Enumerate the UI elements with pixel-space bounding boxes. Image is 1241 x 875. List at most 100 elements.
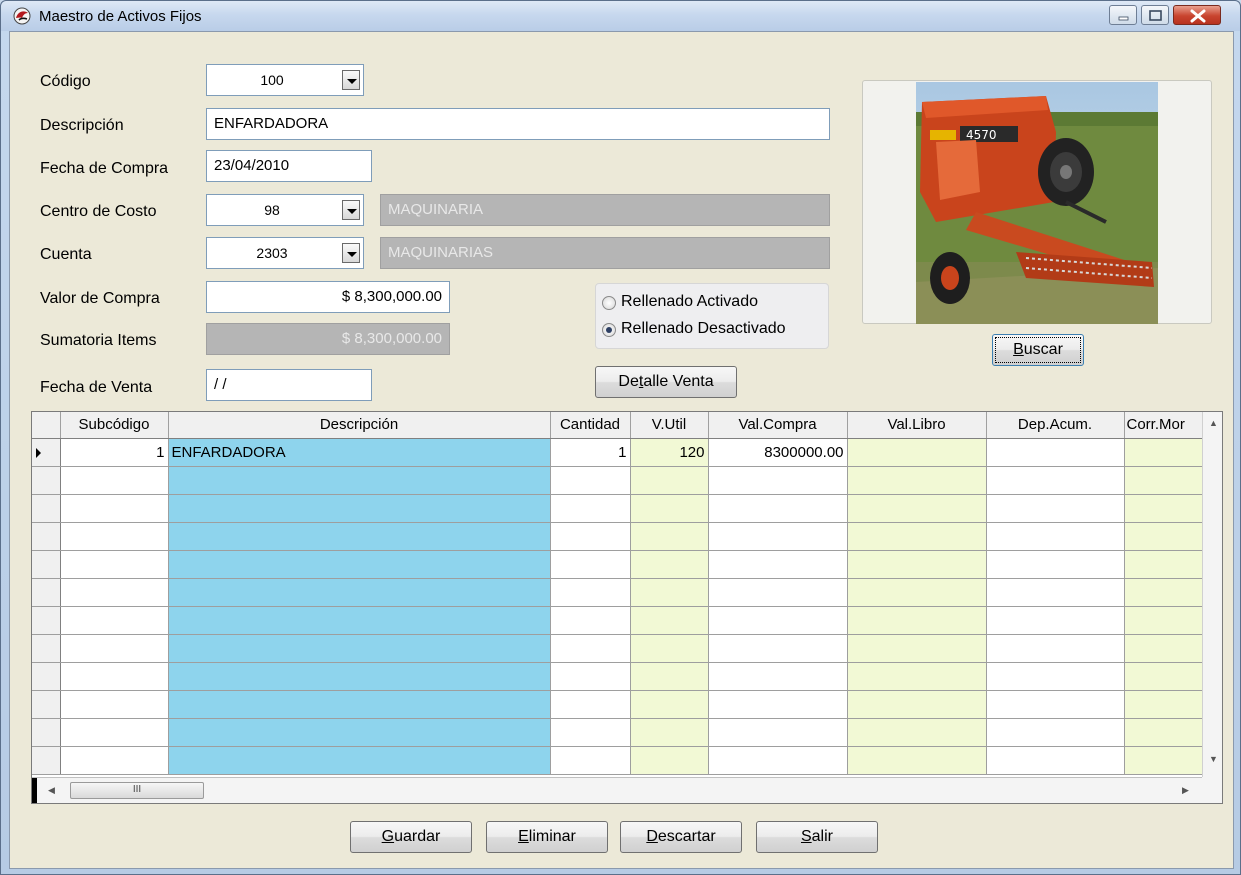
- row-indicator[interactable]: [32, 494, 61, 523]
- cell-depacum[interactable]: [986, 634, 1125, 663]
- cell-valcompra[interactable]: [708, 690, 848, 719]
- table-row[interactable]: [32, 606, 1205, 635]
- cell-subcodigo[interactable]: [60, 606, 169, 635]
- cell-vutil[interactable]: [630, 578, 709, 607]
- rellenado-activado-radio[interactable]: [602, 296, 616, 310]
- descripcion-field[interactable]: ENFARDADORA: [206, 108, 830, 140]
- cell-descripcion[interactable]: [168, 550, 551, 579]
- table-row[interactable]: 1 ENFARDADORA 1 120 8300000.00: [32, 438, 1205, 467]
- cell-vutil[interactable]: [630, 690, 709, 719]
- cell-cantidad[interactable]: [550, 634, 631, 663]
- cell-vallibro[interactable]: [847, 634, 987, 663]
- cell-corrmon[interactable]: [1124, 718, 1205, 747]
- cell-cantidad[interactable]: [550, 718, 631, 747]
- cell-vallibro[interactable]: [847, 746, 987, 775]
- table-row[interactable]: [32, 522, 1205, 551]
- row-indicator[interactable]: [32, 578, 61, 607]
- cell-depacum[interactable]: [986, 606, 1125, 635]
- table-row[interactable]: [32, 494, 1205, 523]
- valor-compra-field[interactable]: $ 8,300,000.00: [206, 281, 450, 313]
- cell-corrmon[interactable]: [1124, 606, 1205, 635]
- row-indicator[interactable]: [32, 550, 61, 579]
- cell-subcodigo[interactable]: [60, 690, 169, 719]
- buscar-button[interactable]: Buscar: [992, 334, 1084, 366]
- cell-corrmon[interactable]: [1124, 466, 1205, 495]
- close-button[interactable]: [1173, 5, 1221, 25]
- cell-corrmon[interactable]: [1124, 578, 1205, 607]
- cell-valcompra[interactable]: [708, 550, 848, 579]
- cell-vallibro[interactable]: [847, 550, 987, 579]
- col-header-vallibro[interactable]: Val.Libro: [847, 412, 987, 439]
- col-header-descripcion[interactable]: Descripción: [168, 412, 551, 439]
- table-row[interactable]: [32, 746, 1205, 775]
- cell-subcodigo[interactable]: [60, 746, 169, 775]
- cell-vallibro[interactable]: [847, 606, 987, 635]
- cell-vutil[interactable]: [630, 466, 709, 495]
- cell-descripcion[interactable]: [168, 690, 551, 719]
- cell-descripcion[interactable]: [168, 718, 551, 747]
- cell-depacum[interactable]: [986, 438, 1125, 467]
- cell-valcompra[interactable]: [708, 606, 848, 635]
- cell-vutil[interactable]: [630, 522, 709, 551]
- cell-vallibro[interactable]: [847, 438, 987, 467]
- row-indicator[interactable]: [32, 466, 61, 495]
- cell-depacum[interactable]: [986, 690, 1125, 719]
- cell-vallibro[interactable]: [847, 690, 987, 719]
- table-row[interactable]: [32, 662, 1205, 691]
- table-row[interactable]: [32, 690, 1205, 719]
- cell-vutil[interactable]: 120: [630, 438, 709, 467]
- cell-subcodigo[interactable]: [60, 634, 169, 663]
- cuenta-combo[interactable]: 2303: [206, 237, 364, 269]
- cell-valcompra[interactable]: [708, 746, 848, 775]
- col-header-corrmon[interactable]: Corr.Mor: [1124, 412, 1205, 439]
- cell-depacum[interactable]: [986, 746, 1125, 775]
- row-indicator[interactable]: [32, 718, 61, 747]
- cell-valcompra[interactable]: [708, 466, 848, 495]
- cell-subcodigo[interactable]: [60, 578, 169, 607]
- cell-subcodigo[interactable]: [60, 550, 169, 579]
- cell-depacum[interactable]: [986, 550, 1125, 579]
- maximize-button[interactable]: [1141, 5, 1169, 25]
- cell-descripcion[interactable]: [168, 746, 551, 775]
- cell-cantidad[interactable]: [550, 746, 631, 775]
- cell-corrmon[interactable]: [1124, 634, 1205, 663]
- cell-valcompra[interactable]: [708, 662, 848, 691]
- cell-depacum[interactable]: [986, 466, 1125, 495]
- row-indicator[interactable]: [32, 690, 61, 719]
- cell-descripcion[interactable]: [168, 494, 551, 523]
- cell-descripcion[interactable]: [168, 634, 551, 663]
- cell-subcodigo[interactable]: [60, 466, 169, 495]
- cell-corrmon[interactable]: [1124, 522, 1205, 551]
- cell-vallibro[interactable]: [847, 494, 987, 523]
- cell-vallibro[interactable]: [847, 522, 987, 551]
- cell-descripcion[interactable]: [168, 578, 551, 607]
- cell-descripcion[interactable]: ENFARDADORA: [168, 438, 551, 467]
- scroll-down-icon[interactable]: ▼: [1209, 754, 1218, 764]
- row-indicator[interactable]: [32, 606, 61, 635]
- cell-descripcion[interactable]: [168, 522, 551, 551]
- table-row[interactable]: [32, 466, 1205, 495]
- cell-subcodigo[interactable]: 1: [60, 438, 169, 467]
- scroll-up-icon[interactable]: ▲: [1209, 418, 1218, 428]
- cell-vallibro[interactable]: [847, 466, 987, 495]
- row-indicator[interactable]: [32, 662, 61, 691]
- cell-vallibro[interactable]: [847, 718, 987, 747]
- cell-depacum[interactable]: [986, 718, 1125, 747]
- cell-depacum[interactable]: [986, 522, 1125, 551]
- rellenado-activado-label[interactable]: Rellenado Activado: [621, 293, 758, 311]
- cell-cantidad[interactable]: [550, 606, 631, 635]
- cell-corrmon[interactable]: [1124, 438, 1205, 467]
- cell-cantidad[interactable]: [550, 690, 631, 719]
- cell-vutil[interactable]: [630, 494, 709, 523]
- cell-cantidad[interactable]: [550, 522, 631, 551]
- cell-vutil[interactable]: [630, 606, 709, 635]
- chevron-down-icon[interactable]: [342, 70, 360, 90]
- table-row[interactable]: [32, 634, 1205, 663]
- scroll-left-icon[interactable]: ◀: [48, 785, 55, 796]
- table-row[interactable]: [32, 718, 1205, 747]
- cell-cantidad[interactable]: [550, 550, 631, 579]
- col-header-subcodigo[interactable]: Subcódigo: [60, 412, 169, 439]
- cell-vutil[interactable]: [630, 550, 709, 579]
- scroll-right-icon[interactable]: ▶: [1182, 785, 1189, 796]
- col-header-vutil[interactable]: V.Util: [630, 412, 709, 439]
